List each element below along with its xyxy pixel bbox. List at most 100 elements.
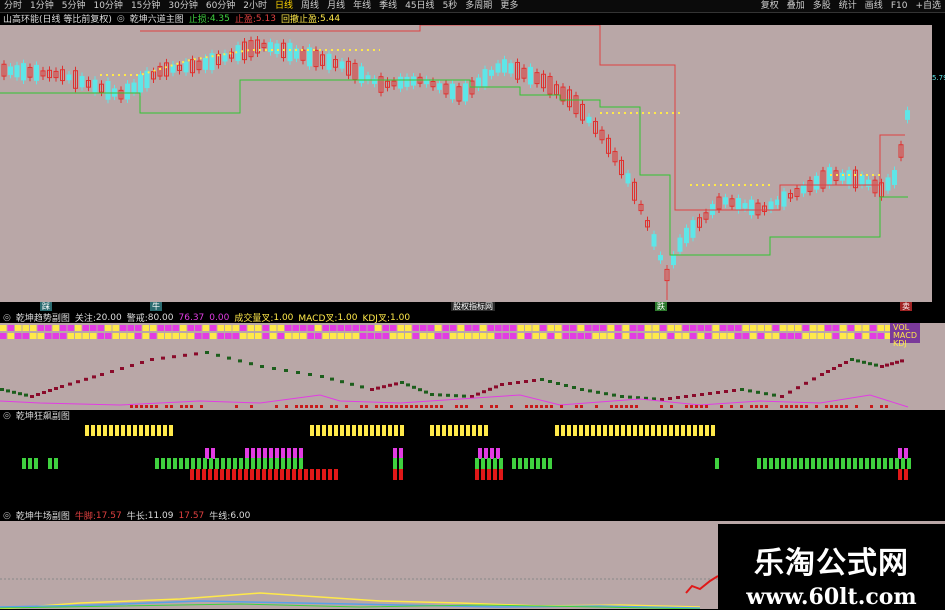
surge-red — [481, 469, 485, 480]
period-tab-10[interactable]: 月线 — [323, 0, 349, 12]
trend-cell-top — [382, 325, 389, 331]
period-tab-9[interactable]: 周线 — [297, 0, 323, 12]
trend-wave-seg — [885, 363, 889, 367]
period-tab-15[interactable]: 多周期 — [461, 0, 496, 12]
kline-candle — [8, 66, 13, 75]
surge-green — [155, 458, 159, 469]
trend-cell-bottom — [862, 333, 869, 339]
toolbar-right-item-1[interactable]: 叠加 — [783, 0, 809, 12]
period-tab-6[interactable]: 60分钟 — [202, 0, 239, 12]
trend-cell-top — [817, 325, 824, 331]
red-dot — [440, 405, 443, 408]
red-dot — [845, 405, 848, 408]
red-dot — [190, 405, 193, 408]
trend-wave-seg — [700, 393, 704, 396]
main-kline-pane[interactable] — [0, 25, 932, 302]
toolbar-right-item-6[interactable]: +自选 — [911, 0, 945, 12]
period-tab-14[interactable]: 5秒 — [439, 0, 462, 12]
surge-green — [191, 458, 195, 469]
toolbar-right-item-4[interactable]: 画线 — [861, 0, 887, 12]
period-tab-0[interactable]: 分时 — [0, 0, 26, 12]
kline-candle — [274, 43, 280, 55]
red-dot — [310, 405, 313, 408]
period-tab-12[interactable]: 季线 — [375, 0, 401, 12]
surge-green — [512, 458, 516, 469]
trend-cell-top — [765, 325, 772, 331]
trend-cell-top — [787, 325, 794, 331]
surge-green — [524, 458, 528, 469]
period-tab-7[interactable]: 2小时 — [239, 0, 271, 12]
surge-green — [859, 458, 863, 469]
surge-pane[interactable] — [0, 421, 945, 510]
surge-green — [54, 458, 58, 469]
kline-candle — [736, 198, 741, 211]
red-dot — [620, 405, 623, 408]
surge-green — [209, 458, 213, 469]
kline-candle — [625, 173, 631, 184]
trend-wave-seg — [340, 380, 344, 384]
period-tab-8[interactable]: 日线 — [271, 0, 297, 12]
marker-1: 踩 — [40, 302, 52, 311]
trend-wave-seg — [400, 381, 404, 384]
trend-cell-bottom — [675, 333, 682, 339]
toolbar-right-item-3[interactable]: 统计 — [835, 0, 861, 12]
trend-cell-bottom — [810, 333, 817, 339]
trend-cell-top — [75, 325, 82, 331]
surge-pane-header: ◎ 乾坤狂飙副图 — [0, 410, 945, 422]
trend-cell-bottom — [652, 333, 659, 339]
trend-wave-seg — [406, 383, 410, 387]
trend-cell-bottom — [82, 333, 89, 339]
trend-cell-top — [870, 325, 877, 331]
surge-red — [202, 469, 206, 480]
kline-candle — [489, 69, 494, 76]
trend-cell-bottom — [720, 333, 727, 339]
trail-label: 回撤止盈: — [280, 15, 320, 25]
period-tab-4[interactable]: 15分钟 — [127, 0, 164, 12]
indicator-name[interactable]: 乾坤六道主图 — [130, 12, 184, 25]
trend-wave-seg — [604, 392, 608, 396]
kline-candle — [482, 69, 488, 87]
period-tab-13[interactable]: 45日线 — [401, 0, 438, 12]
trend-cell-top — [802, 325, 809, 331]
red-dot — [510, 405, 513, 408]
trend-wave-seg — [76, 380, 80, 384]
surge-red — [214, 469, 218, 480]
trend-wave-seg — [30, 395, 34, 398]
period-tab-3[interactable]: 10分钟 — [89, 0, 126, 12]
trend-cell-bottom — [97, 333, 104, 339]
surge-yellow — [310, 425, 314, 436]
period-tab-1[interactable]: 1分钟 — [26, 0, 58, 12]
trend-wave-seg — [412, 385, 416, 389]
trend-cell-top — [375, 325, 382, 331]
red-dot — [535, 405, 538, 408]
trend-cell-bottom — [772, 333, 779, 339]
trend-wave-seg — [418, 388, 422, 392]
period-tab-11[interactable]: 年线 — [349, 0, 375, 12]
toolbar-right-item-0[interactable]: 复权 — [757, 0, 783, 12]
trend-cell-bottom — [210, 333, 217, 339]
toolbar-right-item-2[interactable]: 多股 — [809, 0, 835, 12]
site-watermark: 乐淘公式网 www.60lt.com — [718, 524, 945, 610]
trend-cell-bottom — [382, 333, 389, 339]
trend-wave-seg — [796, 386, 800, 390]
surge-yellow — [376, 425, 380, 436]
trend-cell-top — [307, 325, 314, 331]
trend-pane[interactable]: VOL MACD KDJ — [0, 323, 945, 410]
period-tab-5[interactable]: 30分钟 — [164, 0, 201, 12]
trend-cell-top — [0, 325, 7, 331]
trend-cell-bottom — [555, 333, 562, 339]
kline-candle — [905, 110, 910, 120]
trend-wave-seg — [12, 390, 16, 394]
trend-cell-top — [210, 325, 217, 331]
toolbar-right-item-5[interactable]: F10 — [887, 0, 912, 12]
surge-green — [215, 458, 219, 469]
surge-green — [34, 458, 38, 469]
period-tab-2[interactable]: 5分钟 — [58, 0, 90, 12]
surge-red — [393, 469, 397, 480]
trend-wave-seg — [676, 396, 680, 399]
trend-cell-top — [532, 325, 539, 331]
surge-green — [883, 458, 887, 469]
surge-green — [251, 458, 255, 469]
trend-cell-top — [142, 325, 149, 331]
period-tab-16[interactable]: 更多 — [496, 0, 522, 12]
